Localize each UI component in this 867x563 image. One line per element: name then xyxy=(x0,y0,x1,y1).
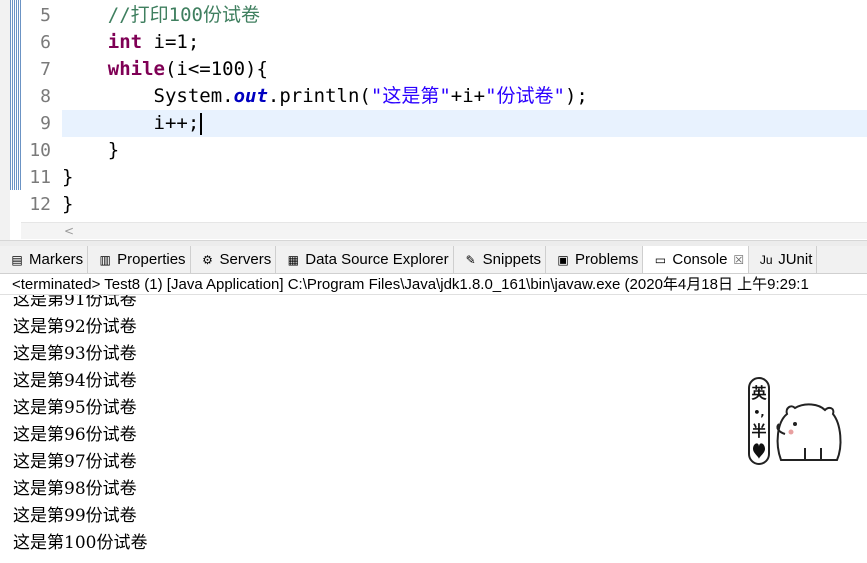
code-line[interactable]: int i=1; xyxy=(62,29,867,56)
console-output-line: 这是第95份试卷 xyxy=(13,398,137,418)
code-area[interactable]: //打印100份试卷 int i=1; while(i<=100){ Syste… xyxy=(62,0,867,222)
tab-label: Markers xyxy=(29,251,84,268)
line-number: 9 xyxy=(40,113,51,134)
line-number-gutter: 5 6 7 8 9 10 11 12 xyxy=(21,0,61,222)
code-token: (i<=100){ xyxy=(164,58,268,80)
code-token: +i+ xyxy=(450,85,486,107)
view-tab-bar: ▤ Markers ▥ Properties ⚙ Servers ▦ Data Source … xyxy=(0,246,867,274)
console-output-line: 这是第97份试卷 xyxy=(13,452,137,472)
line-number: 11 xyxy=(29,167,51,188)
line-number: 7 xyxy=(40,59,51,80)
snippets-icon: ✎ xyxy=(465,252,476,267)
text-cursor xyxy=(200,112,203,135)
line-number: 12 xyxy=(29,194,51,215)
code-line[interactable]: } xyxy=(62,137,867,164)
tab-label: Problems xyxy=(575,251,639,268)
code-token: //打印100份试卷 xyxy=(107,4,260,26)
console-output-line: 这是第100份试卷 xyxy=(13,533,148,553)
tab-label: Console xyxy=(672,251,728,268)
tab-label: Properties xyxy=(117,251,186,268)
tab-label: Snippets xyxy=(482,251,542,268)
code-line[interactable]: } xyxy=(62,164,867,191)
console-output-line: 这是第93份试卷 xyxy=(13,344,137,364)
code-token: .println( xyxy=(267,85,371,107)
editor-left-ruler xyxy=(0,0,10,240)
tab-junit[interactable]: Ju JUnit xyxy=(749,246,818,273)
scroll-left-arrow[interactable]: < xyxy=(61,223,77,239)
junit-icon: Ju xyxy=(759,252,773,267)
quick-diff-bar xyxy=(10,0,21,190)
line-number: 6 xyxy=(40,32,51,53)
tab-problems[interactable]: ▣ Problems xyxy=(546,246,644,273)
watermark-logo: 英 •, 半 xyxy=(745,374,855,469)
tab-label: Servers xyxy=(219,251,272,268)
console-output-line: 这是第98份试卷 xyxy=(13,479,137,499)
properties-icon: ▥ xyxy=(99,252,111,267)
horizontal-scrollbar[interactable]: < xyxy=(21,222,867,239)
tab-label: Data Source Explorer xyxy=(305,251,449,268)
code-line[interactable]: while(i<=100){ xyxy=(62,56,867,83)
tab-data-source-explorer[interactable]: ▦ Data Source Explorer xyxy=(276,246,454,273)
line-number: 10 xyxy=(29,140,51,161)
code-token: } xyxy=(107,139,120,161)
tab-console[interactable]: ▭ Console ☒ xyxy=(643,246,750,273)
code-token: int xyxy=(107,31,143,53)
code-line[interactable]: System.out.println("这是第"+i+"份试卷"); xyxy=(62,83,867,110)
code-token: i=1; xyxy=(142,31,200,53)
code-line-current[interactable]: i++; xyxy=(62,110,867,137)
data-source-icon: ▦ xyxy=(287,252,299,267)
problems-icon: ▣ xyxy=(557,252,569,267)
code-line[interactable]: } xyxy=(62,191,867,218)
tab-markers[interactable]: ▤ Markers xyxy=(0,246,89,273)
code-token: } xyxy=(62,193,74,215)
tab-label: JUnit xyxy=(778,251,813,268)
line-number: 8 xyxy=(40,86,51,107)
code-editor[interactable]: 5 6 7 8 9 10 11 12 //打印100份试卷 int i=1; while(i<… xyxy=(0,0,867,240)
tab-snippets[interactable]: ✎ Snippets xyxy=(454,246,547,273)
code-token: i++; xyxy=(153,112,200,134)
console-output-line: 这是第92份试卷 xyxy=(13,317,137,337)
code-token: } xyxy=(62,166,74,188)
code-token: ); xyxy=(564,85,588,107)
line-number: 5 xyxy=(40,5,51,26)
bear-mascot-icon: 英 •, 半 xyxy=(748,377,842,465)
watermark-char-bottom: 半 xyxy=(751,422,766,440)
close-tab-icon[interactable]: ☒ xyxy=(733,253,744,267)
code-token: out xyxy=(233,85,268,107)
console-icon: ▭ xyxy=(654,252,667,267)
markers-icon: ▤ xyxy=(11,252,23,267)
code-token: System. xyxy=(153,85,234,107)
console-process-label: <terminated> Test8 (1) [Java Application… xyxy=(0,274,867,295)
watermark-char-mid: •, xyxy=(753,406,764,419)
console-output[interactable]: 这是第91份试卷这是第92份试卷 这是第93份试卷 这是第94份试卷 这是第95份试卷… xyxy=(0,295,867,563)
tab-servers[interactable]: ⚙ Servers xyxy=(191,246,277,273)
console-output-line: 这是第91份试卷 xyxy=(13,295,137,310)
code-token: "这是第" xyxy=(370,85,451,107)
console-output-line: 这是第99份试卷 xyxy=(13,506,137,526)
servers-icon: ⚙ xyxy=(202,252,213,267)
code-token: while xyxy=(107,58,165,80)
watermark-char-top: 英 xyxy=(751,384,767,402)
tab-properties[interactable]: ▥ Properties xyxy=(88,246,191,273)
console-output-line: 这是第94份试卷 xyxy=(13,371,137,391)
console-output-line: 这是第96份试卷 xyxy=(13,425,137,445)
code-line[interactable]: //打印100份试卷 xyxy=(62,2,867,29)
code-token: "份试卷" xyxy=(485,85,565,107)
